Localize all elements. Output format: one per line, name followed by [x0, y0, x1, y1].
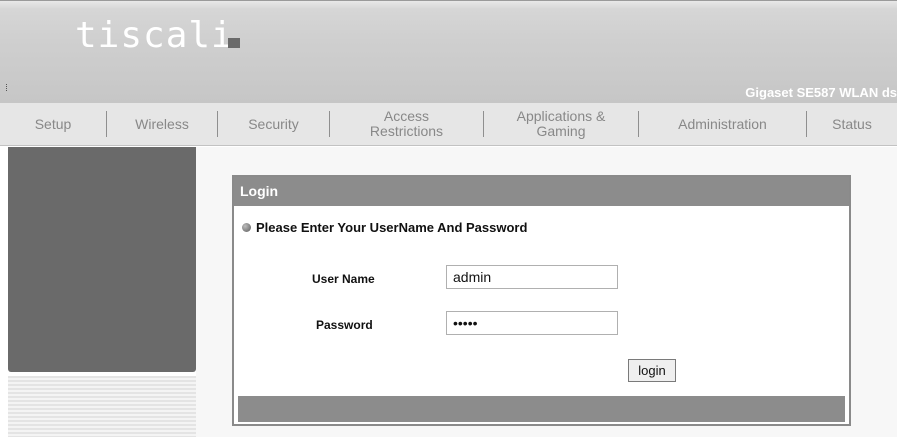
login-button[interactable]: login [628, 359, 676, 382]
login-prompt-text: Please Enter Your UserName And Password [256, 220, 528, 235]
login-prompt: Please Enter Your UserName And Password [242, 220, 527, 235]
login-footer-bar [238, 396, 845, 422]
logo-square-icon [228, 38, 240, 48]
password-input[interactable] [446, 311, 618, 335]
username-input[interactable] [446, 265, 618, 289]
tab-security[interactable]: Security [218, 103, 329, 145]
header-mark [6, 84, 10, 91]
header: tiscali Gigaset SE587 WLAN ds [0, 0, 897, 103]
tab-wireless[interactable]: Wireless [107, 103, 217, 145]
username-label: User Name [312, 272, 375, 286]
password-label: Password [316, 318, 373, 332]
login-title: Login [234, 177, 849, 206]
tab-administration[interactable]: Administration [639, 103, 806, 145]
left-panel [8, 147, 196, 372]
tiscali-logo: tiscali [75, 15, 234, 56]
bullet-icon [242, 223, 251, 232]
tab-status[interactable]: Status [807, 103, 897, 145]
tab-setup[interactable]: Setup [0, 103, 106, 145]
product-name: Gigaset SE587 WLAN ds [745, 85, 897, 100]
login-box: Login Please Enter Your UserName And Pas… [232, 175, 851, 426]
tab-applications-gaming[interactable]: Applications & Gaming [484, 103, 638, 145]
left-panel-footer [8, 376, 196, 437]
tab-access-restrictions[interactable]: Access Restrictions [330, 103, 483, 145]
nav-bar: Setup Wireless Security Access Restricti… [0, 103, 897, 146]
